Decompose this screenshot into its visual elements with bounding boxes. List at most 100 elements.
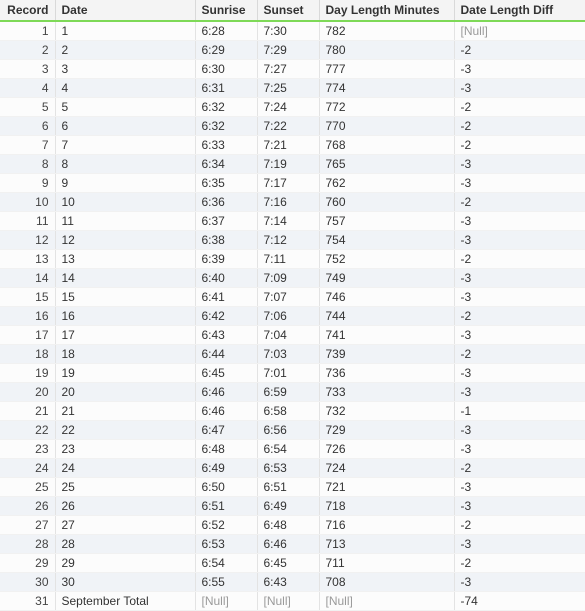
cell-date-length-diff[interactable]: [Null]	[454, 21, 585, 41]
cell-date[interactable]: 12	[55, 231, 195, 250]
cell-day-length-minutes[interactable]: 721	[319, 478, 454, 497]
table-row[interactable]: 17176:437:04741-3	[0, 326, 585, 345]
cell-sunrise[interactable]: 6:55	[195, 573, 257, 592]
cell-date[interactable]: 9	[55, 174, 195, 193]
cell-record[interactable]: 20	[0, 383, 55, 402]
cell-sunset[interactable]: 7:09	[257, 269, 319, 288]
cell-date-length-diff[interactable]: -2	[454, 307, 585, 326]
col-header-day-length[interactable]: Day Length Minutes	[319, 0, 454, 21]
table-row[interactable]: 30306:556:43708-3	[0, 573, 585, 592]
cell-record[interactable]: 19	[0, 364, 55, 383]
cell-date-length-diff[interactable]: -2	[454, 459, 585, 478]
cell-date[interactable]: 22	[55, 421, 195, 440]
cell-date[interactable]: 24	[55, 459, 195, 478]
cell-day-length-minutes[interactable]: 765	[319, 155, 454, 174]
cell-sunrise[interactable]: 6:50	[195, 478, 257, 497]
cell-sunrise[interactable]: 6:46	[195, 402, 257, 421]
table-row[interactable]: 556:327:24772-2	[0, 98, 585, 117]
cell-date-length-diff[interactable]: -3	[454, 383, 585, 402]
table-row[interactable]: 666:327:22770-2	[0, 117, 585, 136]
cell-sunset[interactable]: 7:24	[257, 98, 319, 117]
cell-day-length-minutes[interactable]: 768	[319, 136, 454, 155]
cell-day-length-minutes[interactable]: 774	[319, 79, 454, 98]
table-row[interactable]: 16166:427:06744-2	[0, 307, 585, 326]
cell-date[interactable]: 17	[55, 326, 195, 345]
cell-record[interactable]: 7	[0, 136, 55, 155]
cell-day-length-minutes[interactable]: 726	[319, 440, 454, 459]
cell-date[interactable]: 23	[55, 440, 195, 459]
cell-sunrise[interactable]: 6:32	[195, 117, 257, 136]
cell-sunrise[interactable]: 6:48	[195, 440, 257, 459]
table-row[interactable]: 11116:377:14757-3	[0, 212, 585, 231]
cell-record[interactable]: 21	[0, 402, 55, 421]
cell-sunset[interactable]: 7:07	[257, 288, 319, 307]
cell-record[interactable]: 2	[0, 41, 55, 60]
table-row[interactable]: 19196:457:01736-3	[0, 364, 585, 383]
cell-date-length-diff[interactable]: -3	[454, 535, 585, 554]
cell-sunrise[interactable]: 6:43	[195, 326, 257, 345]
cell-record[interactable]: 5	[0, 98, 55, 117]
cell-date-length-diff[interactable]: -2	[454, 345, 585, 364]
cell-sunset[interactable]: 7:27	[257, 60, 319, 79]
cell-date[interactable]: 3	[55, 60, 195, 79]
cell-sunrise[interactable]: 6:49	[195, 459, 257, 478]
cell-record[interactable]: 16	[0, 307, 55, 326]
cell-record[interactable]: 31	[0, 592, 55, 611]
table-row[interactable]: 27276:526:48716-2	[0, 516, 585, 535]
cell-sunrise[interactable]: 6:37	[195, 212, 257, 231]
cell-record[interactable]: 15	[0, 288, 55, 307]
table-row[interactable]: 886:347:19765-3	[0, 155, 585, 174]
table-row[interactable]: 776:337:21768-2	[0, 136, 585, 155]
cell-day-length-minutes[interactable]: 744	[319, 307, 454, 326]
table-row[interactable]: 12126:387:12754-3	[0, 231, 585, 250]
cell-sunrise[interactable]: 6:39	[195, 250, 257, 269]
cell-sunrise[interactable]: 6:45	[195, 364, 257, 383]
cell-day-length-minutes[interactable]: 724	[319, 459, 454, 478]
cell-sunrise[interactable]: 6:28	[195, 21, 257, 41]
cell-date[interactable]: 4	[55, 79, 195, 98]
table-row[interactable]: 15156:417:07746-3	[0, 288, 585, 307]
cell-date-length-diff[interactable]: -3	[454, 231, 585, 250]
cell-date-length-diff[interactable]: -3	[454, 269, 585, 288]
cell-record[interactable]: 25	[0, 478, 55, 497]
cell-date-length-diff[interactable]: -1	[454, 402, 585, 421]
cell-date-length-diff[interactable]: -3	[454, 60, 585, 79]
cell-record[interactable]: 13	[0, 250, 55, 269]
cell-day-length-minutes[interactable]: 711	[319, 554, 454, 573]
cell-date-length-diff[interactable]: -2	[454, 41, 585, 60]
cell-day-length-minutes[interactable]: 733	[319, 383, 454, 402]
cell-record[interactable]: 9	[0, 174, 55, 193]
cell-day-length-minutes[interactable]: 729	[319, 421, 454, 440]
cell-day-length-minutes[interactable]: 718	[319, 497, 454, 516]
cell-sunset[interactable]: 7:25	[257, 79, 319, 98]
cell-date-length-diff[interactable]: -2	[454, 136, 585, 155]
cell-sunset[interactable]: 6:56	[257, 421, 319, 440]
table-row[interactable]: 29296:546:45711-2	[0, 554, 585, 573]
table-row[interactable]: 996:357:17762-3	[0, 174, 585, 193]
cell-record[interactable]: 17	[0, 326, 55, 345]
cell-day-length-minutes[interactable]: [Null]	[319, 592, 454, 611]
cell-day-length-minutes[interactable]: 762	[319, 174, 454, 193]
cell-record[interactable]: 12	[0, 231, 55, 250]
cell-sunset[interactable]: 7:11	[257, 250, 319, 269]
cell-date[interactable]: 5	[55, 98, 195, 117]
cell-record[interactable]: 29	[0, 554, 55, 573]
cell-sunset[interactable]: 6:49	[257, 497, 319, 516]
table-row[interactable]: 22226:476:56729-3	[0, 421, 585, 440]
cell-sunset[interactable]: 6:46	[257, 535, 319, 554]
cell-sunrise[interactable]: 6:36	[195, 193, 257, 212]
cell-day-length-minutes[interactable]: 749	[319, 269, 454, 288]
cell-sunrise[interactable]: 6:40	[195, 269, 257, 288]
cell-sunset[interactable]: 7:03	[257, 345, 319, 364]
cell-date-length-diff[interactable]: -2	[454, 98, 585, 117]
cell-date[interactable]: 10	[55, 193, 195, 212]
cell-sunset[interactable]: 7:21	[257, 136, 319, 155]
cell-record[interactable]: 26	[0, 497, 55, 516]
cell-date[interactable]: 25	[55, 478, 195, 497]
cell-sunset[interactable]: 6:51	[257, 478, 319, 497]
cell-date[interactable]: 15	[55, 288, 195, 307]
cell-record[interactable]: 4	[0, 79, 55, 98]
cell-date[interactable]: 20	[55, 383, 195, 402]
table-row[interactable]: 446:317:25774-3	[0, 79, 585, 98]
cell-sunrise[interactable]: 6:31	[195, 79, 257, 98]
